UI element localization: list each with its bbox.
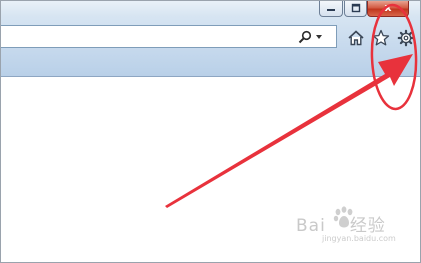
browser-chrome: x (1, 1, 420, 77)
star-icon[interactable] (372, 29, 390, 47)
close-icon: x (384, 1, 392, 14)
address-bar[interactable] (1, 25, 337, 48)
watermark-brand: Bai 经验 (296, 211, 386, 236)
watermark-brand-text: Bai (296, 216, 326, 236)
watermark-url: jingyan.baidu.com (322, 234, 396, 243)
restore-icon (351, 3, 360, 13)
home-icon[interactable] (347, 29, 365, 47)
minimize-icon (327, 9, 335, 11)
gear-icon[interactable] (397, 29, 415, 47)
close-button[interactable]: x (367, 1, 409, 17)
watermark-brand-suffix: 经验 (349, 216, 386, 236)
search-icon[interactable] (298, 30, 312, 44)
minimize-button[interactable] (319, 1, 343, 17)
restore-button[interactable] (344, 1, 367, 17)
title-bar: x (1, 1, 420, 21)
chevron-down-icon[interactable] (316, 35, 322, 39)
